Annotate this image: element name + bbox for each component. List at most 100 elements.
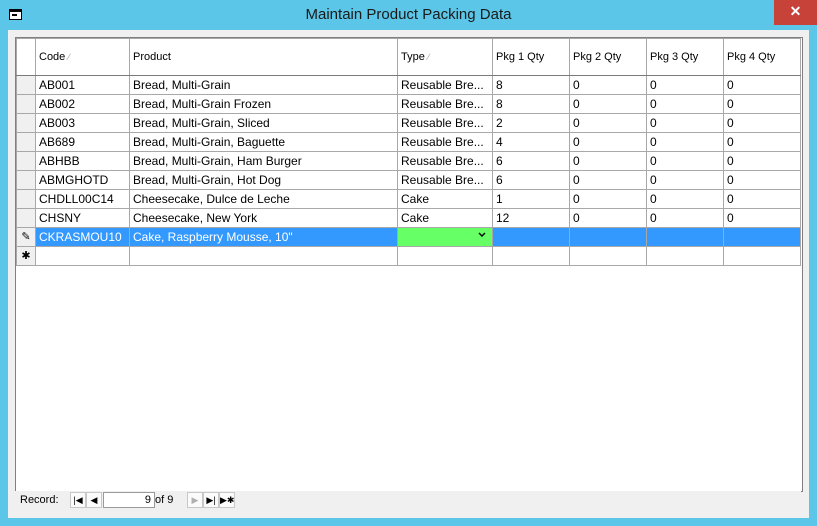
cell-type[interactable]: Cake xyxy=(397,208,493,228)
cell-code[interactable]: ABMGHOTD xyxy=(35,170,130,190)
column-header-pkg4-qty[interactable]: Pkg 4 Qty xyxy=(723,38,801,76)
cell-type[interactable]: Reusable Bre... xyxy=(397,113,493,133)
record-selector[interactable] xyxy=(16,113,36,133)
cell-pkg4-qty[interactable] xyxy=(723,246,801,266)
record-selector[interactable] xyxy=(16,170,36,190)
cell-pkg4-qty[interactable]: 0 xyxy=(723,151,801,171)
cell-pkg1-qty[interactable] xyxy=(492,227,570,247)
next-record-button[interactable]: ▶ xyxy=(187,492,203,508)
record-selector[interactable] xyxy=(16,151,36,171)
cell-pkg2-qty[interactable] xyxy=(569,246,647,266)
cell-type[interactable]: Reusable Bre... xyxy=(397,94,493,114)
cell-pkg3-qty[interactable]: 0 xyxy=(646,113,724,133)
cell-type[interactable]: Reusable Bre... xyxy=(397,75,493,95)
record-selector[interactable] xyxy=(16,208,36,228)
column-header-type[interactable]: Type ⁄ xyxy=(397,38,493,76)
cell-pkg3-qty[interactable]: 0 xyxy=(646,94,724,114)
table-row[interactable]: AB003 Bread, Multi-Grain, Sliced Reusable … xyxy=(16,113,801,133)
cell-pkg1-qty[interactable]: 1 xyxy=(492,189,570,209)
cell-product[interactable]: Bread, Multi-Grain, Baguette xyxy=(129,132,398,152)
cell-pkg4-qty[interactable]: 0 xyxy=(723,189,801,209)
column-header-code[interactable]: Code ⁄ xyxy=(35,38,130,76)
cell-pkg3-qty[interactable] xyxy=(646,227,724,247)
cell-pkg2-qty[interactable] xyxy=(569,227,647,247)
last-record-button[interactable]: ▶| xyxy=(203,492,219,508)
cell-pkg4-qty[interactable]: 0 xyxy=(723,113,801,133)
table-row-editing[interactable]: ✎ CKRASMOU10 Cake, Raspberry Mousse, 10" xyxy=(16,227,801,247)
chevron-down-icon[interactable] xyxy=(478,231,486,239)
cell-product[interactable]: Bread, Multi-Grain, Hot Dog xyxy=(129,170,398,190)
cell-pkg3-qty[interactable]: 0 xyxy=(646,189,724,209)
cell-pkg3-qty[interactable]: 0 xyxy=(646,170,724,190)
cell-code[interactable]: ABHBB xyxy=(35,151,130,171)
cell-product[interactable]: Cake, Raspberry Mousse, 10" xyxy=(129,227,398,247)
table-row[interactable]: CHDLL00C14 Cheesecake, Dulce de Leche Cake… xyxy=(16,189,801,209)
cell-code[interactable]: AB003 xyxy=(35,113,130,133)
record-selector[interactable] xyxy=(16,132,36,152)
cell-pkg4-qty[interactable] xyxy=(723,227,801,247)
type-dropdown[interactable] xyxy=(397,227,493,247)
cell-pkg2-qty[interactable]: 0 xyxy=(569,94,647,114)
cell-pkg4-qty[interactable]: 0 xyxy=(723,132,801,152)
select-all-corner[interactable] xyxy=(16,38,36,76)
cell-type[interactable]: Reusable Bre... xyxy=(397,132,493,152)
table-row[interactable]: AB689 Bread, Multi-Grain, Baguette Reusabl… xyxy=(16,132,801,152)
record-selector[interactable] xyxy=(16,189,36,209)
cell-type[interactable] xyxy=(397,246,493,266)
column-header-product[interactable]: Product xyxy=(129,38,398,76)
cell-code[interactable]: AB001 xyxy=(35,75,130,95)
table-row[interactable]: CHSNY Cheesecake, New York Cake 12 0 0 0 xyxy=(16,208,801,228)
cell-product[interactable] xyxy=(129,246,398,266)
table-row[interactable]: ABMGHOTD Bread, Multi-Grain, Hot Dog Reusa… xyxy=(16,170,801,190)
table-row-new[interactable]: ✱ xyxy=(16,246,801,266)
cell-pkg4-qty[interactable]: 0 xyxy=(723,170,801,190)
cell-pkg1-qty[interactable]: 6 xyxy=(492,170,570,190)
cell-pkg4-qty[interactable]: 0 xyxy=(723,94,801,114)
cell-pkg3-qty[interactable]: 0 xyxy=(646,75,724,95)
previous-record-button[interactable]: ◀ xyxy=(86,492,102,508)
cell-pkg3-qty[interactable]: 0 xyxy=(646,208,724,228)
record-selector[interactable] xyxy=(16,94,36,114)
new-record-button[interactable]: ▶✱ xyxy=(219,492,235,508)
cell-pkg3-qty[interactable]: 0 xyxy=(646,132,724,152)
cell-product[interactable]: Bread, Multi-Grain, Ham Burger xyxy=(129,151,398,171)
close-button[interactable]: ✕ xyxy=(774,0,817,25)
cell-pkg2-qty[interactable]: 0 xyxy=(569,132,647,152)
cell-product[interactable]: Cheesecake, Dulce de Leche xyxy=(129,189,398,209)
cell-pkg1-qty[interactable]: 6 xyxy=(492,151,570,171)
column-header-pkg1-qty[interactable]: Pkg 1 Qty xyxy=(492,38,570,76)
cell-product[interactable]: Bread, Multi-Grain Frozen xyxy=(129,94,398,114)
table-row[interactable]: ABHBB Bread, Multi-Grain, Ham Burger Reusa… xyxy=(16,151,801,171)
record-selector[interactable]: ✱ xyxy=(16,246,36,266)
table-row[interactable]: AB001 Bread, Multi-Grain Reusable Bre... 8 0… xyxy=(16,75,801,95)
cell-pkg2-qty[interactable]: 0 xyxy=(569,208,647,228)
cell-pkg4-qty[interactable]: 0 xyxy=(723,208,801,228)
cell-code[interactable] xyxy=(35,246,130,266)
cell-pkg4-qty[interactable]: 0 xyxy=(723,75,801,95)
cell-code[interactable]: CKRASMOU10 xyxy=(35,227,130,247)
record-selector[interactable] xyxy=(16,75,36,95)
first-record-button[interactable]: |◀ xyxy=(70,492,86,508)
cell-code[interactable]: CHDLL00C14 xyxy=(35,189,130,209)
cell-product[interactable]: Bread, Multi-Grain xyxy=(129,75,398,95)
cell-pkg3-qty[interactable] xyxy=(646,246,724,266)
cell-pkg1-qty[interactable] xyxy=(492,246,570,266)
cell-pkg2-qty[interactable]: 0 xyxy=(569,151,647,171)
cell-product[interactable]: Cheesecake, New York xyxy=(129,208,398,228)
cell-product[interactable]: Bread, Multi-Grain, Sliced xyxy=(129,113,398,133)
cell-pkg1-qty[interactable]: 12 xyxy=(492,208,570,228)
column-header-pkg2-qty[interactable]: Pkg 2 Qty xyxy=(569,38,647,76)
cell-pkg1-qty[interactable]: 8 xyxy=(492,75,570,95)
cell-type[interactable]: Reusable Bre... xyxy=(397,151,493,171)
record-selector[interactable]: ✎ xyxy=(16,227,36,247)
column-header-pkg3-qty[interactable]: Pkg 3 Qty xyxy=(646,38,724,76)
current-record-input[interactable]: 9 xyxy=(103,492,155,508)
cell-code[interactable]: CHSNY xyxy=(35,208,130,228)
cell-pkg2-qty[interactable]: 0 xyxy=(569,189,647,209)
cell-pkg2-qty[interactable]: 0 xyxy=(569,113,647,133)
cell-pkg1-qty[interactable]: 2 xyxy=(492,113,570,133)
cell-pkg2-qty[interactable]: 0 xyxy=(569,75,647,95)
cell-pkg3-qty[interactable]: 0 xyxy=(646,151,724,171)
table-row[interactable]: AB002 Bread, Multi-Grain Frozen Reusable B… xyxy=(16,94,801,114)
cell-code[interactable]: AB689 xyxy=(35,132,130,152)
